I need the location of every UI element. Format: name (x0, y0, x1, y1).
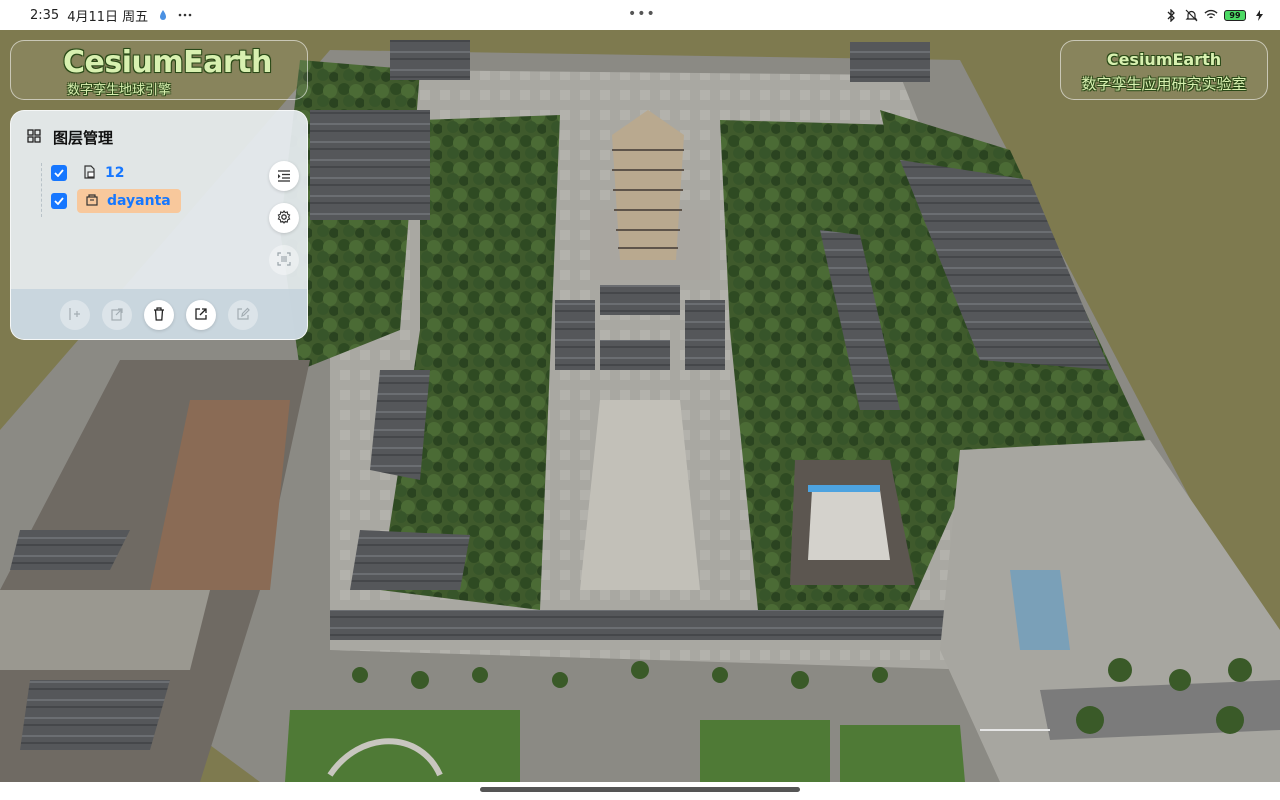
status-left: 2:35 4月11日 周五 (30, 6, 192, 25)
fit-view-button[interactable] (269, 245, 299, 275)
bluetooth-icon (1164, 8, 1178, 22)
engine-logo-panel: CesiumEarth 数字孪生地球引擎 (10, 40, 308, 100)
lab-logo-subtitle: 数字孪生应用研究实验室 (1081, 75, 1247, 93)
status-right: 99 (1164, 8, 1266, 22)
lab-logo-panel: CesiumEarth 数字孪生应用研究实验室 (1060, 40, 1268, 100)
tree-guide-line (41, 163, 42, 217)
edit-icon (236, 306, 250, 325)
wifi-icon (1204, 8, 1218, 22)
gear-icon (277, 209, 291, 228)
layer-label[interactable]: 12 (105, 165, 124, 181)
engine-logo-title: CesiumEarth (63, 45, 272, 80)
layer-manager-panel: 图层管理 12 dayanta (10, 110, 308, 340)
layer-label[interactable]: dayanta (107, 193, 171, 209)
multitask-dots[interactable]: ••• (628, 6, 656, 22)
drop-icon (156, 8, 170, 22)
panel-title: 图层管理 (53, 129, 114, 147)
status-bar: 2:35 4月11日 周五 ••• 99 (0, 0, 1280, 30)
delete-layer-button[interactable] (144, 300, 174, 330)
status-date: 4月11日 周五 (67, 9, 149, 25)
selected-layer-chip[interactable]: dayanta (77, 189, 181, 213)
battery-icon: 99 (1224, 9, 1246, 21)
home-indicator[interactable] (480, 787, 800, 792)
edit-layer-button[interactable] (228, 300, 258, 330)
panel-header: 图层管理 (27, 127, 113, 148)
import-icon (110, 306, 124, 325)
tileset-icon (83, 165, 99, 181)
mute-icon (1184, 8, 1198, 22)
layer-panel-footer (11, 289, 307, 339)
layer-tree: 12 dayanta (35, 159, 265, 223)
layer-checkbox-12[interactable] (51, 165, 67, 181)
charging-icon (1252, 8, 1266, 22)
layer-row-dayanta[interactable]: dayanta (51, 189, 181, 213)
grid-icon (27, 128, 41, 147)
fit-view-icon (277, 251, 291, 270)
list-indent-icon (277, 167, 291, 186)
export-icon (194, 306, 208, 325)
add-layer-icon (68, 306, 82, 325)
trash-icon (153, 306, 165, 325)
add-layer-button[interactable] (60, 300, 90, 330)
engine-logo-subtitle: 数字孪生地球引擎 (67, 83, 172, 98)
import-button[interactable] (102, 300, 132, 330)
layer-row-12[interactable]: 12 (51, 161, 124, 185)
list-indent-button[interactable] (269, 161, 299, 191)
lab-logo-title: CesiumEarth (1106, 50, 1222, 69)
layer-settings-button[interactable] (269, 203, 299, 233)
layer-checkbox-dayanta[interactable] (51, 193, 67, 209)
more-icon[interactable] (178, 8, 192, 22)
export-button[interactable] (186, 300, 216, 330)
model-icon (85, 193, 101, 209)
status-time: 2:35 (30, 7, 60, 23)
map-viewport[interactable]: CesiumEarth 数字孪生地球引擎 CesiumEarth 数字孪生应用研… (0, 30, 1280, 782)
